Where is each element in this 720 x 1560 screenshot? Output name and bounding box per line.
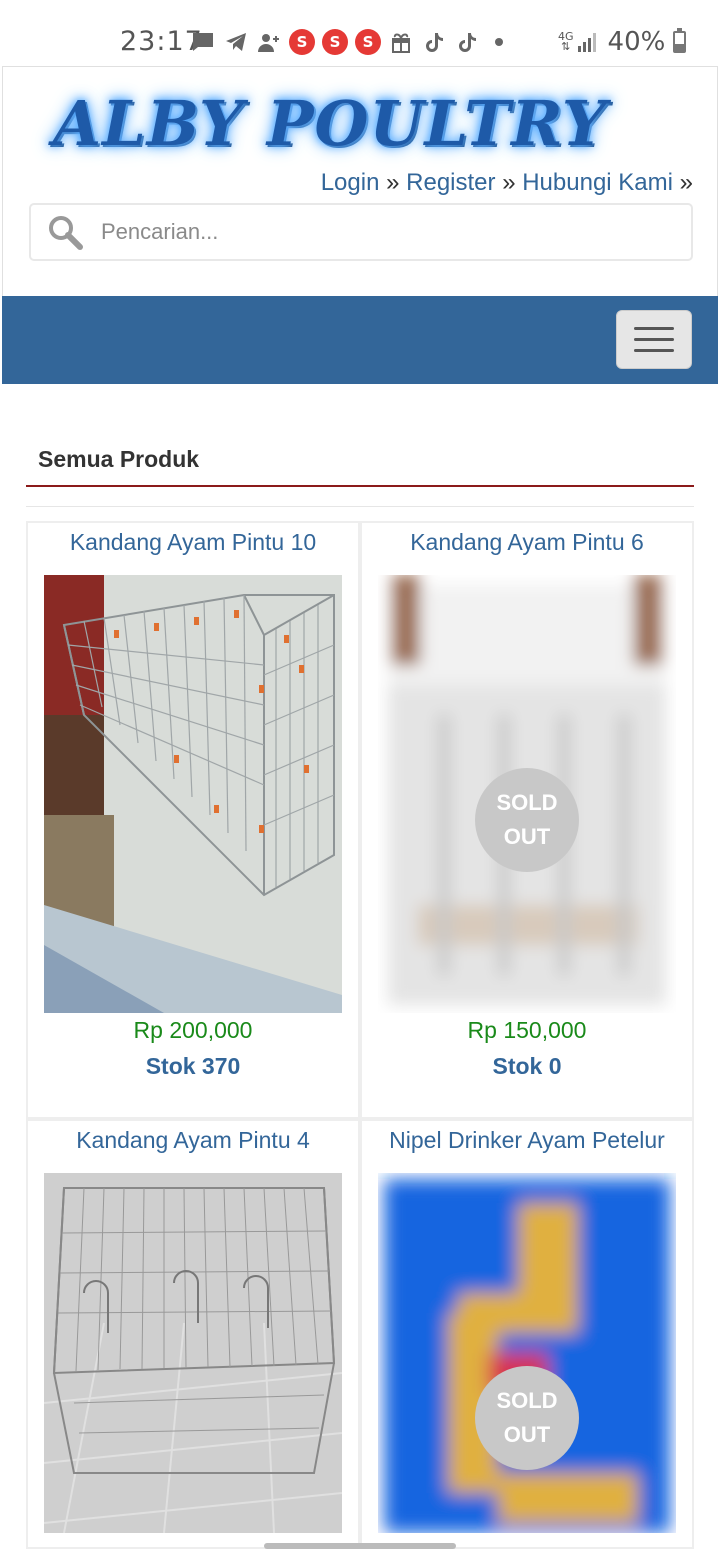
search-bar[interactable] (29, 203, 693, 261)
telegram-icon (223, 29, 249, 55)
section-divider (26, 485, 694, 487)
product-image-cage-4[interactable] (44, 1173, 342, 1533)
product-name[interactable]: Kandang Ayam Pintu 10 (28, 529, 358, 556)
link-separator: » (502, 169, 516, 196)
product-name[interactable]: Nipel Drinker Ayam Petelur (362, 1127, 692, 1154)
notification-icons: S S S (190, 26, 503, 58)
product-card[interactable]: Kandang Ayam Pintu 6 SOLD OUT Rp 150,000… (360, 521, 694, 1119)
sold-out-badge: SOLD OUT (475, 1366, 579, 1470)
product-price: Rp 200,000 (133, 1017, 253, 1043)
register-link[interactable]: Register (406, 169, 495, 196)
link-separator: » (679, 169, 693, 196)
dot-icon (495, 38, 503, 46)
status-bar: 23:17 S S S 4G ⇅ 40% (0, 0, 720, 66)
section-title: Semua Produk (38, 446, 200, 472)
battery-icon (673, 28, 687, 53)
product-stock: Stok 370 (145, 1053, 241, 1079)
section-divider-light (26, 506, 694, 507)
product-card[interactable]: Kandang Ayam Pintu 4 (26, 1119, 360, 1549)
network-indicator: 4G ⇅ (558, 30, 574, 53)
s-badge-icon: S (355, 29, 381, 55)
hamburger-menu-button[interactable] (616, 310, 692, 369)
product-card[interactable]: Nipel Drinker Ayam Petelur SOLD OUT (360, 1119, 694, 1549)
product-card[interactable]: Kandang Ayam Pintu 10 Rp 200,000 Stok 37… (26, 521, 360, 1119)
search-icon[interactable] (45, 212, 85, 252)
product-name[interactable]: Kandang Ayam Pintu 4 (28, 1127, 358, 1154)
tiktok-icon (421, 29, 447, 55)
contact-link[interactable]: Hubungi Kami (522, 169, 673, 196)
hamburger-icon (634, 327, 674, 330)
link-separator: » (386, 169, 400, 196)
account-links: Login » Register » Hubungi Kami » (321, 169, 693, 197)
product-name[interactable]: Kandang Ayam Pintu 6 (362, 529, 692, 556)
tiktok-icon (454, 29, 480, 55)
product-image-cage-10[interactable] (44, 575, 342, 1013)
s-badge-icon: S (289, 29, 315, 55)
site-logo[interactable]: ALBY POULTRY (53, 87, 607, 160)
add-contact-icon (256, 29, 282, 55)
sold-out-badge: SOLD OUT (475, 768, 579, 872)
message-icon (190, 29, 216, 55)
nav-bar (2, 296, 718, 384)
battery-percent: 40% (607, 27, 666, 57)
home-indicator[interactable] (264, 1543, 456, 1549)
gift-icon (388, 29, 414, 55)
login-link[interactable]: Login (321, 169, 380, 196)
signal-icon (577, 32, 598, 52)
s-badge-icon: S (322, 29, 348, 55)
product-image-nipple-drinker[interactable] (378, 1173, 676, 1533)
search-input[interactable] (101, 219, 661, 245)
system-status: 4G ⇅ 40% (558, 26, 687, 58)
product-price: Rp 150,000 (467, 1017, 587, 1043)
product-stock: Stok 0 (492, 1053, 562, 1079)
